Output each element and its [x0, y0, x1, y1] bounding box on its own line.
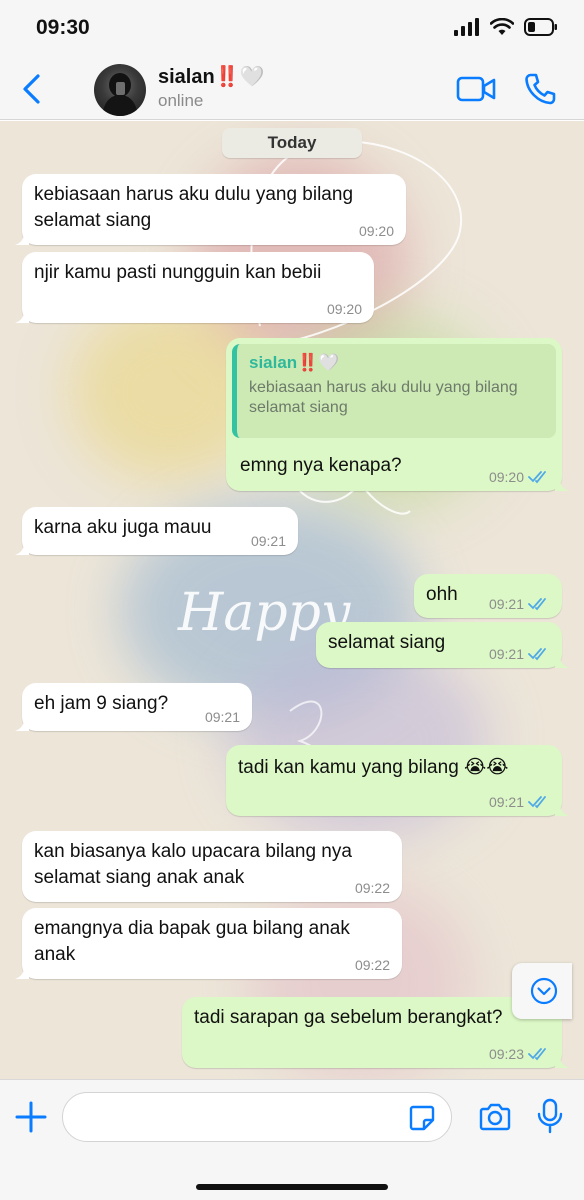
sticker-icon[interactable] [408, 1104, 436, 1132]
plus-icon[interactable] [14, 1100, 48, 1134]
message-time: 09:21 [488, 596, 524, 612]
bubble-tail-icon [555, 477, 569, 491]
message-text: tadi kan kamu yang bilang 😭😭 [238, 757, 509, 778]
message-time: 09:22 [354, 880, 390, 896]
read-ticks-icon [528, 471, 546, 484]
message-incoming[interactable]: kan biasanya kalo upacara bilang nya sel… [22, 831, 402, 902]
bubble-tail-icon [15, 965, 29, 979]
message-outgoing[interactable]: tadi kan kamu yang bilang 😭😭 09:21 [226, 745, 569, 816]
bubble-tail-icon [15, 717, 29, 731]
wifi-icon [490, 18, 514, 35]
message-outgoing[interactable]: ohh 09:21 [414, 574, 562, 618]
message-text: njir kamu pasti nungguin kan bebii [34, 262, 322, 283]
quoted-sender: sialan‼️🤍 [249, 353, 340, 372]
contact-status: online [158, 91, 204, 110]
read-ticks-icon [528, 1048, 546, 1061]
quoted-message[interactable]: sialan‼️🤍 kebiasaan harus aku dulu yang … [232, 344, 556, 438]
bubble-tail-icon [555, 1054, 569, 1068]
microphone-icon[interactable] [536, 1098, 564, 1134]
message-outgoing[interactable]: tadi sarapan ga sebelum berangkat? 09:23 [182, 997, 569, 1068]
message-text: kebiasaan harus aku dulu yang bilang sel… [34, 184, 354, 231]
status-time: 09:30 [36, 16, 90, 39]
message-incoming[interactable]: emangnya dia bapak gua bilang anak anak … [15, 908, 402, 979]
message-time: 09:21 [488, 646, 524, 662]
message-text: karna aku juga mauu [34, 517, 212, 538]
message-incoming[interactable]: njir kamu pasti nungguin kan bebii 09:20 [15, 252, 374, 323]
scroll-to-bottom-button[interactable] [512, 963, 572, 1019]
date-label: Today [222, 128, 362, 158]
read-ticks-icon [528, 648, 546, 661]
message-incoming[interactable]: karna aku juga mauu 09:21 [15, 507, 298, 555]
bubble-tail-icon [15, 231, 29, 245]
message-time: 09:21 [488, 794, 524, 810]
message-time: 09:23 [488, 1046, 524, 1062]
chat-header: sialan‼️🤍 online [0, 58, 584, 120]
read-ticks-icon [528, 598, 546, 611]
message-outgoing-reply[interactable]: sialan‼️🤍 kebiasaan harus aku dulu yang … [226, 338, 569, 491]
read-ticks-icon [528, 796, 546, 809]
bubble-tail-icon [555, 802, 569, 816]
message-text: emangnya dia bapak gua bilang anak anak [34, 918, 350, 965]
status-bar: 09:30 [0, 0, 584, 58]
message-time: 09:22 [354, 957, 390, 973]
message-time: 09:20 [488, 469, 524, 485]
message-incoming[interactable]: kebiasaan harus aku dulu yang bilang sel… [15, 174, 406, 245]
message-text: kan biasanya kalo upacara bilang nya sel… [34, 841, 352, 888]
bubble-tail-icon [15, 309, 29, 323]
avatar[interactable] [94, 64, 146, 116]
message-time: 09:20 [326, 301, 362, 317]
signal-icon [454, 18, 479, 36]
status-icons [454, 18, 558, 36]
bubble-tail-icon [555, 654, 569, 668]
message-time: 09:20 [358, 223, 394, 239]
compose-bar [0, 1079, 584, 1200]
back-chevron-icon[interactable] [18, 72, 46, 106]
message-outgoing[interactable]: selamat siang 09:21 [316, 622, 569, 668]
bubble-tail-icon [15, 541, 29, 555]
message-text: tadi sarapan ga sebelum berangkat? [194, 1007, 503, 1028]
avatar-silhouette-icon [102, 73, 138, 116]
chevron-down-circle-icon [530, 977, 558, 1005]
message-text: emng nya kenapa? [240, 455, 402, 476]
contact-name[interactable]: sialan‼️🤍 [158, 64, 265, 89]
phone-call-icon[interactable] [524, 72, 556, 106]
battery-icon [524, 18, 557, 36]
message-input[interactable] [62, 1092, 452, 1142]
camera-icon[interactable] [478, 1102, 512, 1132]
home-indicator [196, 1184, 388, 1190]
message-time: 09:21 [250, 533, 286, 549]
video-call-icon[interactable] [456, 74, 496, 104]
message-time: 09:21 [204, 709, 240, 725]
message-incoming[interactable]: eh jam 9 siang? 09:21 [15, 683, 252, 731]
quoted-text: kebiasaan harus aku dulu yang bilang sel… [249, 379, 518, 416]
chat-area[interactable]: Happy Today kebiasaan harus aku dulu yan… [0, 121, 584, 1079]
